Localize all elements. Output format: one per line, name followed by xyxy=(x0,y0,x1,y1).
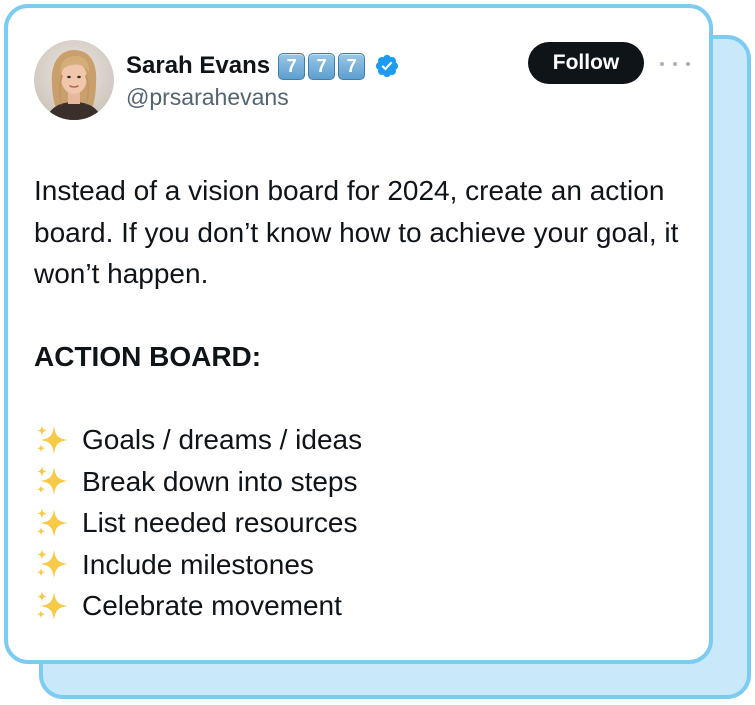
list-item-label: Goals / dreams / ideas xyxy=(82,424,363,455)
list-item: List needed resources xyxy=(34,502,694,544)
keycap-seven-icon: 7 xyxy=(338,52,366,80)
sparkles-icon xyxy=(37,507,68,537)
list-item-label: Break down into steps xyxy=(82,465,358,497)
author-handle[interactable]: @prsarahevans xyxy=(126,84,289,111)
avatar[interactable] xyxy=(34,40,114,120)
more-options-icon[interactable] xyxy=(660,52,690,76)
keycap-seven-icon: 7 xyxy=(278,52,306,80)
sparkles-icon xyxy=(37,466,68,496)
list-item: Goals / dreams / ideas xyxy=(34,419,694,461)
sparkles-icon xyxy=(37,590,68,620)
tweet-screenshot: Sarah Evans 7 7 7 @prsarahevans Follow I… xyxy=(0,0,755,705)
follow-button[interactable]: Follow xyxy=(528,42,644,84)
list-item-label: List needed resources xyxy=(82,507,358,538)
keycap-seven-icon: 7 xyxy=(308,52,336,80)
sparkles-icon xyxy=(37,549,68,579)
list-item-label: Include milestones xyxy=(82,548,314,580)
action-list: Goals / dreams / ideas Break down into s… xyxy=(34,419,694,627)
tweet-card: Sarah Evans 7 7 7 @prsarahevans Follow I… xyxy=(4,4,713,664)
list-item: Celebrate movement xyxy=(34,585,694,627)
list-item-label: Celebrate movement xyxy=(82,590,342,621)
verified-badge-icon xyxy=(374,53,400,79)
list-item: Break down into steps xyxy=(34,461,694,503)
tweet-text: Instead of a vision board for 2024, crea… xyxy=(34,170,694,627)
author-name[interactable]: Sarah Evans xyxy=(126,52,270,80)
list-item: Include milestones xyxy=(34,544,694,586)
tweet-heading: ACTION BOARD: xyxy=(34,341,262,372)
tweet-intro: Instead of a vision board for 2024, crea… xyxy=(34,175,679,289)
sparkles-icon xyxy=(37,424,68,454)
author-row: Sarah Evans 7 7 7 xyxy=(126,48,400,84)
